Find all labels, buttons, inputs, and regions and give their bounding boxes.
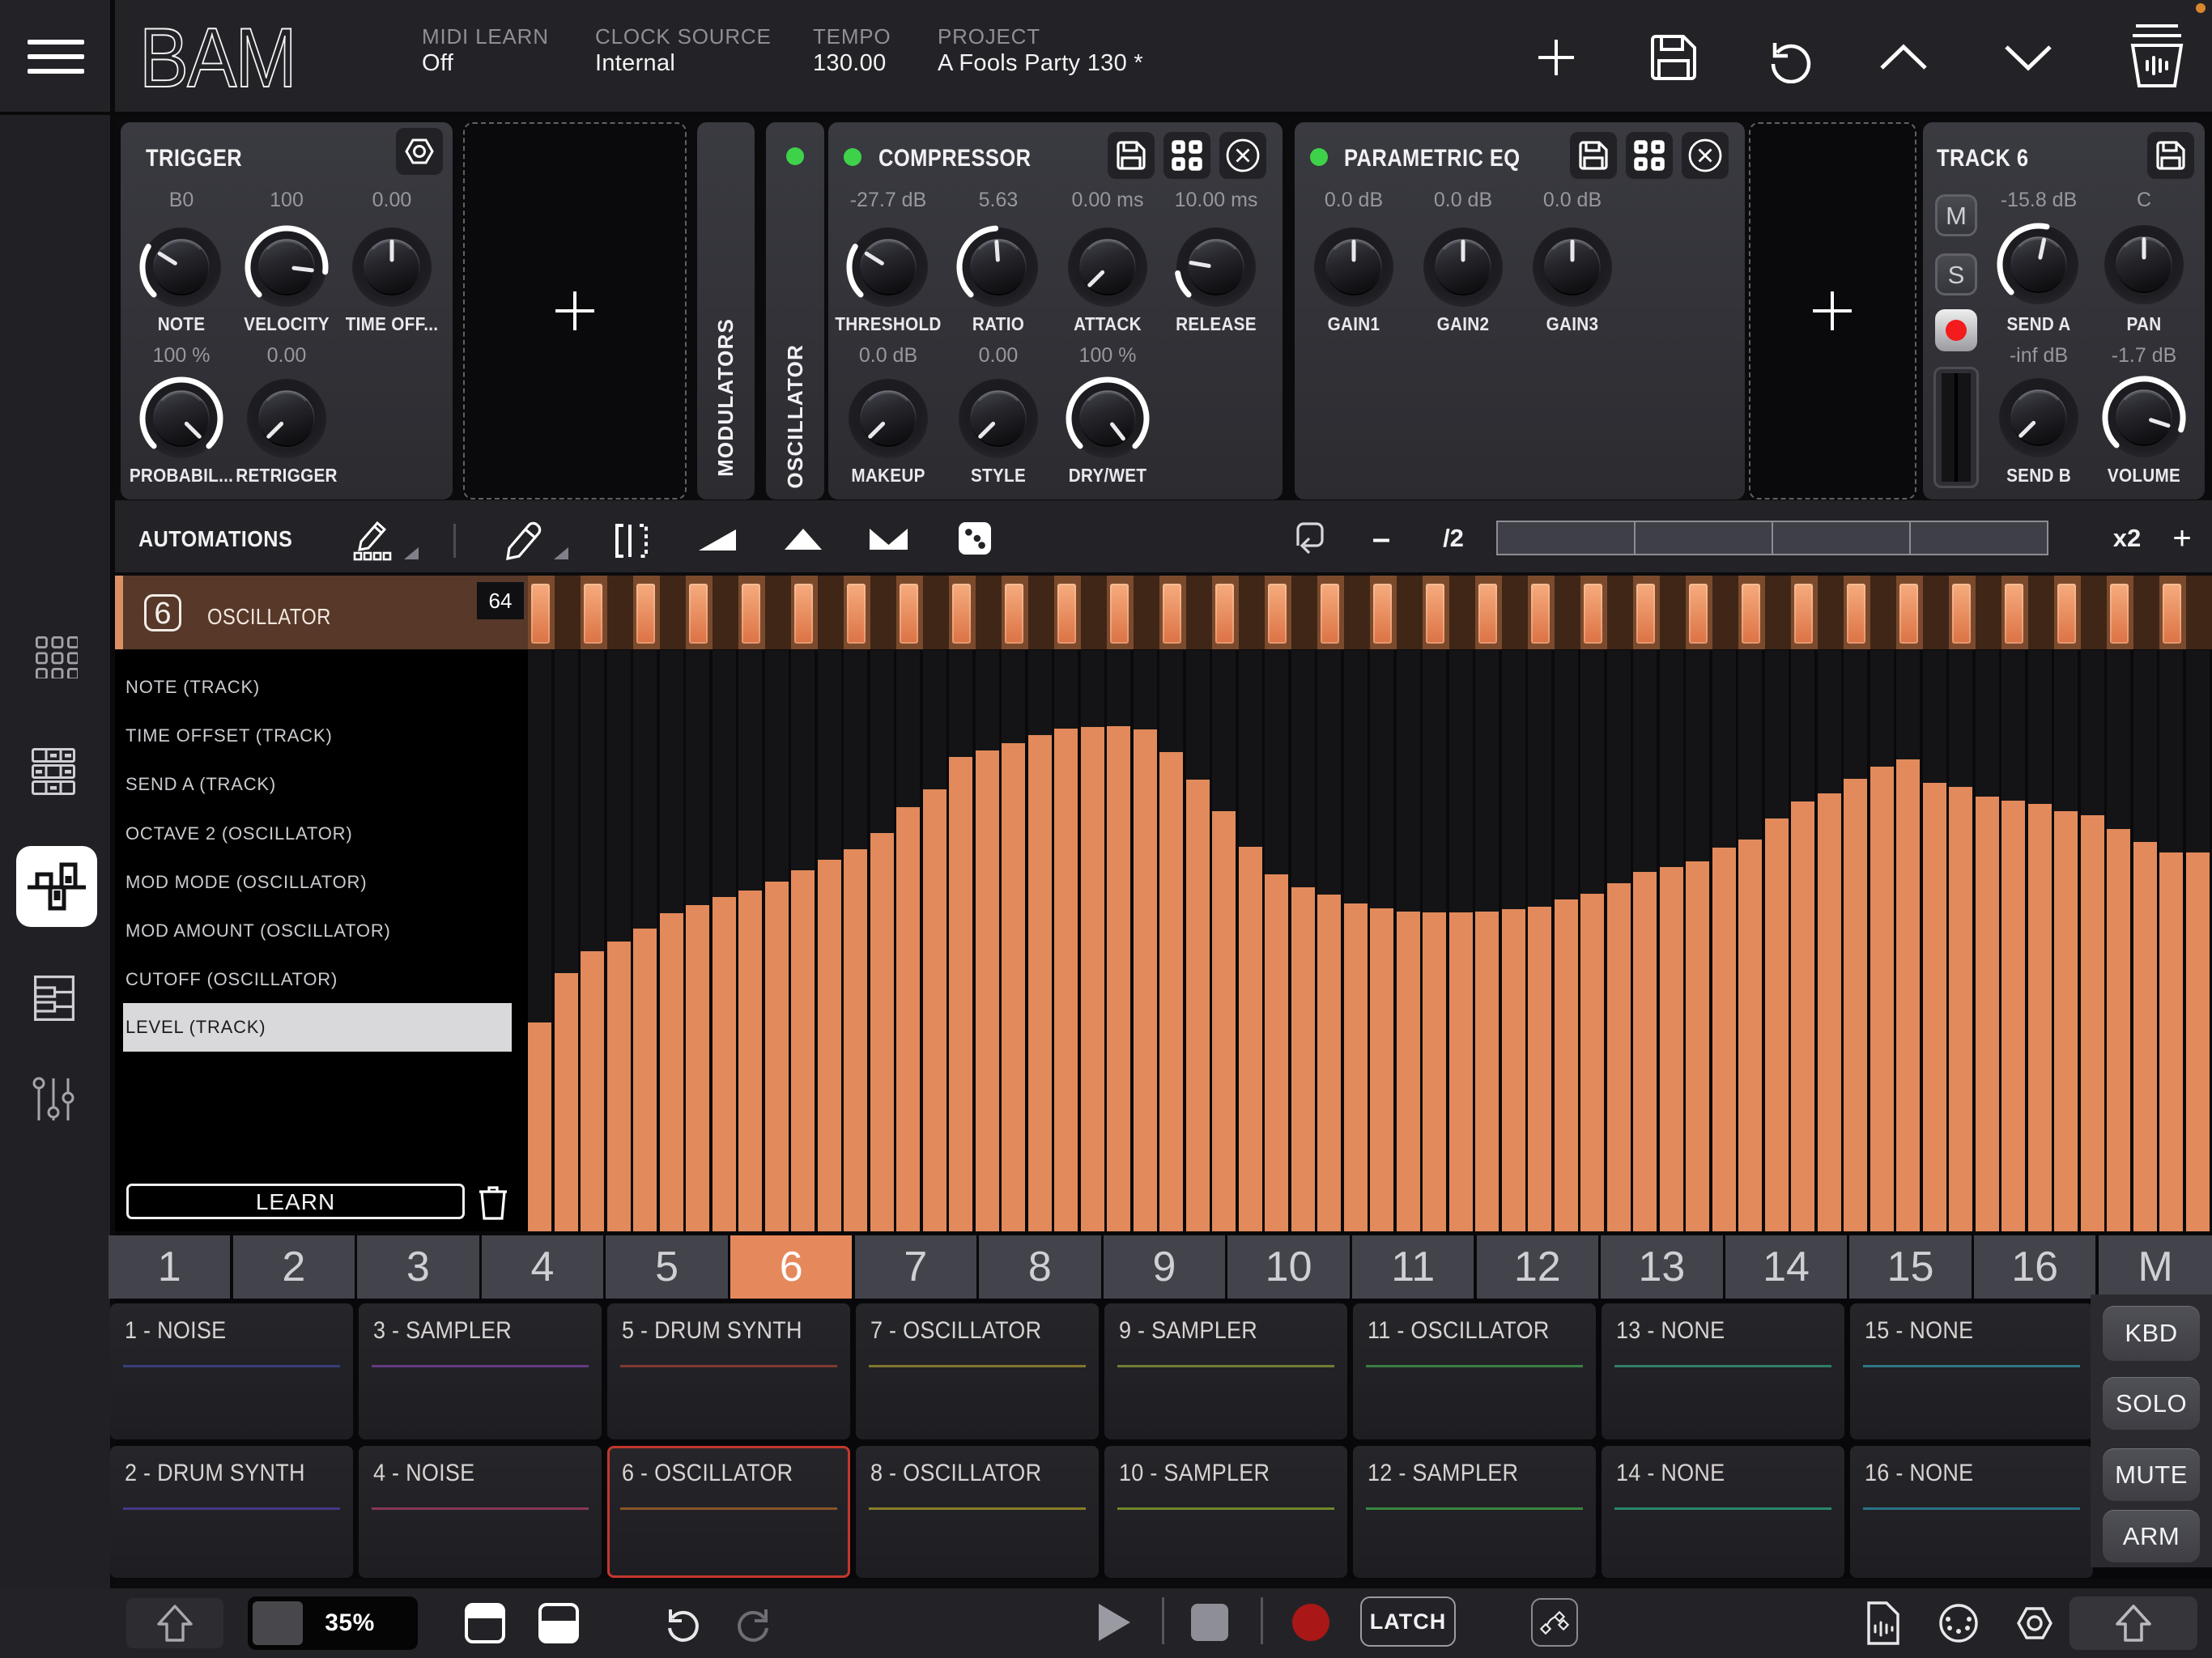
svg-text:BAM: BAM [139,12,296,101]
